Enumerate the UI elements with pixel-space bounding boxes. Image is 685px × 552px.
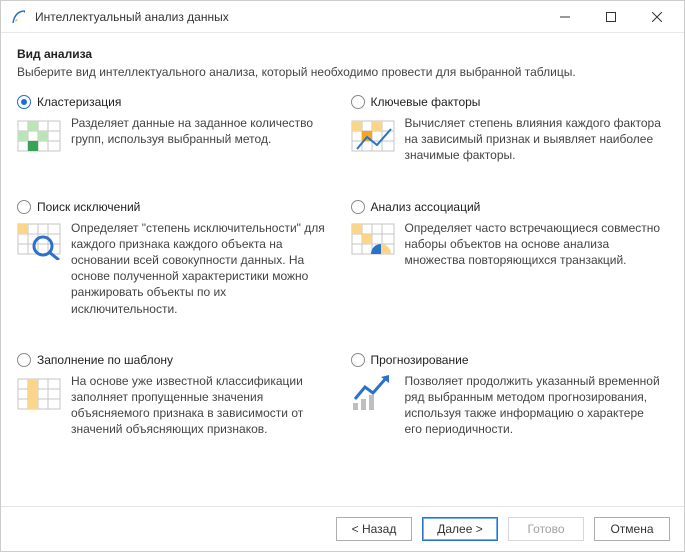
app-icon [11,9,27,25]
option-outliers-head[interactable]: Поиск исключений [17,200,335,214]
assoc-icon [351,220,395,260]
footer: < Назад Далее > Готово Отмена [1,506,684,551]
cancel-button[interactable]: Отмена [594,517,670,541]
keyfactors-icon [351,115,395,155]
option-clustering-desc: Разделяет данные на заданное количество … [71,115,331,147]
option-fill[interactable]: Заполнение по шаблону [17,353,335,438]
option-forecast-head[interactable]: Прогнозирование [351,353,669,367]
window-title: Интеллектуальный анализ данных [35,10,542,24]
option-forecast[interactable]: Прогнозирование Позволяет продолжить ука… [351,353,669,438]
radio-assoc[interactable] [351,200,365,214]
clustering-icon [17,115,61,155]
option-keyfactors-desc: Вычисляет степень влияния каждого фактор… [405,115,665,164]
next-button[interactable]: Далее > [422,517,498,541]
forecast-icon [351,373,395,413]
maximize-button[interactable] [588,2,634,32]
option-fill-desc: На основе уже известной классификации за… [71,373,331,438]
option-outliers-label: Поиск исключений [37,200,140,214]
options-grid: Кластеризация [17,95,668,437]
radio-clustering[interactable] [17,95,31,109]
dialog-window: Интеллектуальный анализ данных Вид анали… [0,0,685,552]
titlebar: Интеллектуальный анализ данных [1,1,684,33]
back-button[interactable]: < Назад [336,517,412,541]
option-outliers[interactable]: Поиск исключений [17,200,335,317]
radio-fill[interactable] [17,353,31,367]
radio-forecast[interactable] [351,353,365,367]
option-clustering-head[interactable]: Кластеризация [17,95,335,109]
option-keyfactors-label: Ключевые факторы [371,95,481,109]
radio-keyfactors[interactable] [351,95,365,109]
radio-outliers[interactable] [17,200,31,214]
option-clustering-label: Кластеризация [37,95,121,109]
section-title: Вид анализа [17,47,668,61]
option-fill-label: Заполнение по шаблону [37,353,173,367]
finish-button: Готово [508,517,584,541]
outliers-icon [17,220,61,260]
option-keyfactors-head[interactable]: Ключевые факторы [351,95,669,109]
option-forecast-desc: Позволяет продолжить указанный временной… [405,373,665,438]
option-assoc[interactable]: Анализ ассоциаций [351,200,669,317]
section-desc: Выберите вид интеллектуального анализа, … [17,65,668,79]
option-outliers-desc: Определяет "степень исключительности" дл… [71,220,331,317]
option-keyfactors[interactable]: Ключевые факторы [351,95,669,164]
minimize-button[interactable] [542,2,588,32]
option-assoc-desc: Определяет часто встречающиеся совместно… [405,220,665,269]
option-assoc-label: Анализ ассоциаций [371,200,481,214]
option-assoc-head[interactable]: Анализ ассоциаций [351,200,669,214]
close-button[interactable] [634,2,680,32]
content-area: Вид анализа Выберите вид интеллектуально… [1,33,684,506]
option-forecast-label: Прогнозирование [371,353,469,367]
fill-icon [17,373,61,413]
option-clustering[interactable]: Кластеризация [17,95,335,164]
option-fill-head[interactable]: Заполнение по шаблону [17,353,335,367]
